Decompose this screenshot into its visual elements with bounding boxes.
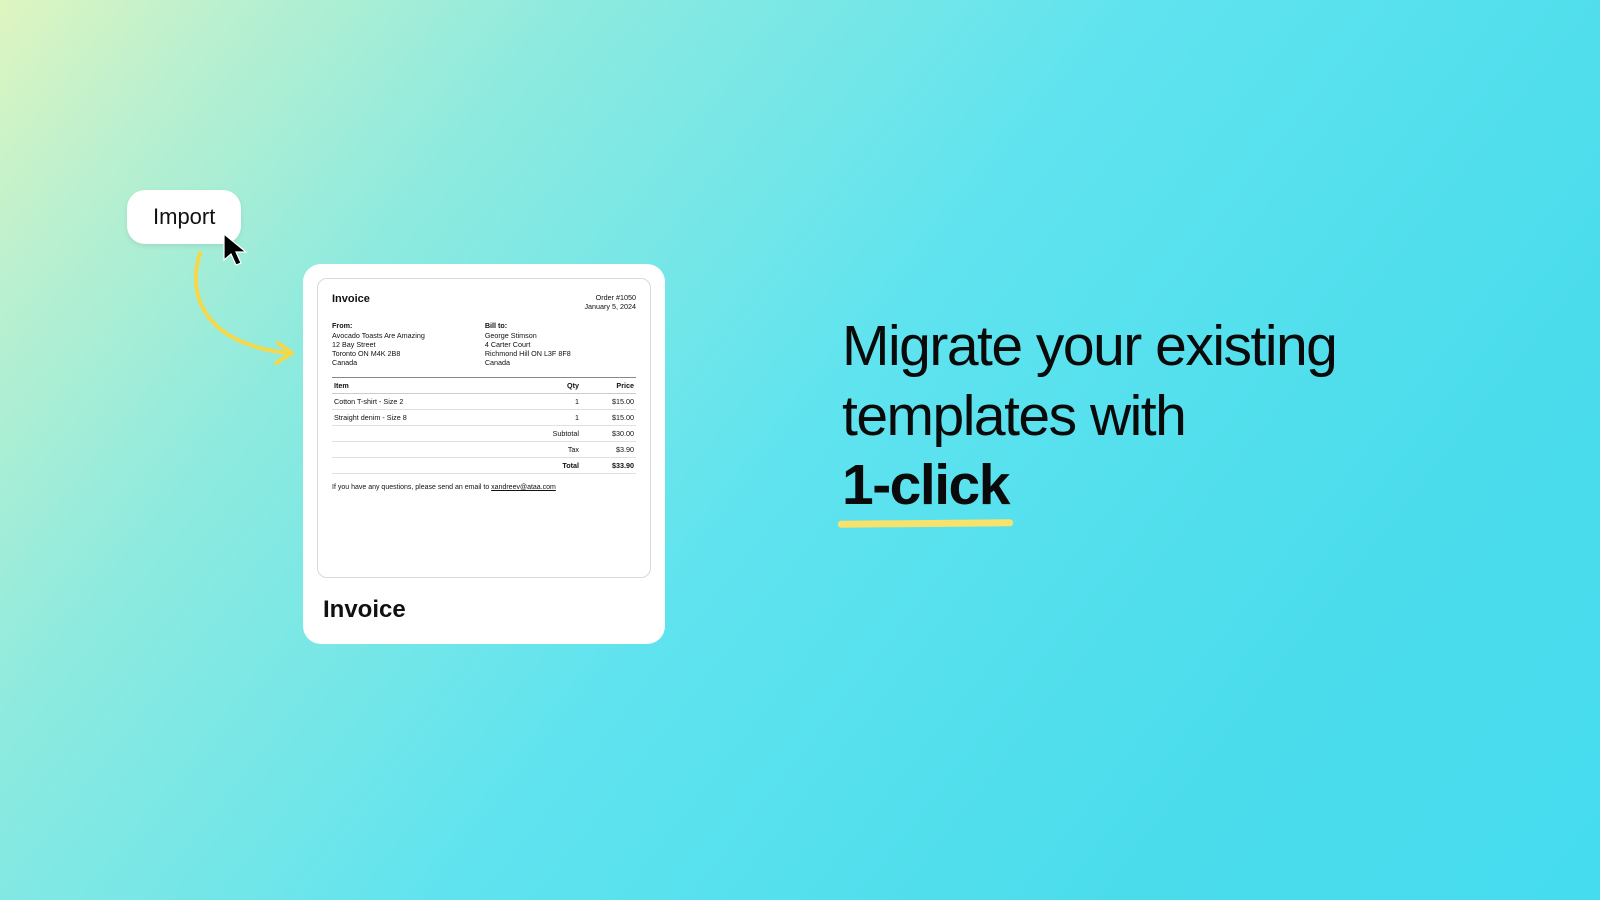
billto-country: Canada <box>485 358 571 367</box>
subtotal-value: $30.00 <box>589 429 634 438</box>
import-button-label: Import <box>153 204 215 229</box>
invoice-items-table: Item Qty Price Cotton T-shirt - Size 2 1… <box>332 377 636 426</box>
item-qty: 1 <box>541 394 581 410</box>
headline-highlight: 1-click <box>842 451 1009 521</box>
invoice-totals: Subtotal $30.00 Tax $3.90 Total $33.90 <box>332 426 636 474</box>
promo-stage: Import Invoice Order #1050 January 5, 20… <box>0 0 1600 900</box>
headline-line1: Migrate your existing <box>842 314 1336 378</box>
order-number: Order #1050 <box>584 293 636 302</box>
from-address: From: Avocado Toasts Are Amazing 12 Bay … <box>332 321 425 367</box>
billto-city: Richmond Hill ON L3F 8F8 <box>485 349 571 358</box>
footnote-text: If you have any questions, please send a… <box>332 484 491 491</box>
from-country: Canada <box>332 358 425 367</box>
billto-heading: Bill to: <box>485 321 571 330</box>
invoice-preview: Invoice Order #1050 January 5, 2024 From… <box>317 278 651 578</box>
template-card-caption: Invoice <box>317 596 651 624</box>
tax-label: Tax <box>529 445 579 454</box>
headline: Migrate your existing templates with 1-c… <box>842 312 1482 521</box>
cursor-icon <box>222 232 250 268</box>
subtotal-label: Subtotal <box>529 429 579 438</box>
item-qty: 1 <box>541 410 581 426</box>
from-heading: From: <box>332 321 425 330</box>
col-item: Item <box>332 378 541 394</box>
invoice-footnote: If you have any questions, please send a… <box>332 484 636 493</box>
col-qty: Qty <box>541 378 581 394</box>
table-row: Cotton T-shirt - Size 2 1 $15.00 <box>332 394 636 410</box>
headline-line2: templates with <box>842 384 1185 448</box>
tax-value: $3.90 <box>589 445 634 454</box>
billto-street: 4 Carter Court <box>485 340 571 349</box>
item-price: $15.00 <box>581 410 636 426</box>
col-price: Price <box>581 378 636 394</box>
template-card: Invoice Order #1050 January 5, 2024 From… <box>303 264 665 644</box>
from-street: 12 Bay Street <box>332 340 425 349</box>
item-price: $15.00 <box>581 394 636 410</box>
invoice-title: Invoice <box>332 293 370 307</box>
from-city: Toronto ON M4K 2B8 <box>332 349 425 358</box>
billto-address: Bill to: George Stimson 4 Carter Court R… <box>485 321 571 367</box>
invoice-date: January 5, 2024 <box>584 302 636 311</box>
total-label: Total <box>529 461 579 470</box>
footnote-email: xandreev@ataa.com <box>491 484 556 491</box>
item-name: Cotton T-shirt - Size 2 <box>332 394 541 410</box>
total-value: $33.90 <box>589 461 634 470</box>
table-row: Straight denim - Size 8 1 $15.00 <box>332 410 636 426</box>
billto-name: George Stimson <box>485 331 571 340</box>
invoice-meta: Order #1050 January 5, 2024 <box>584 293 636 311</box>
item-name: Straight denim - Size 8 <box>332 410 541 426</box>
from-name: Avocado Toasts Are Amazing <box>332 331 425 340</box>
